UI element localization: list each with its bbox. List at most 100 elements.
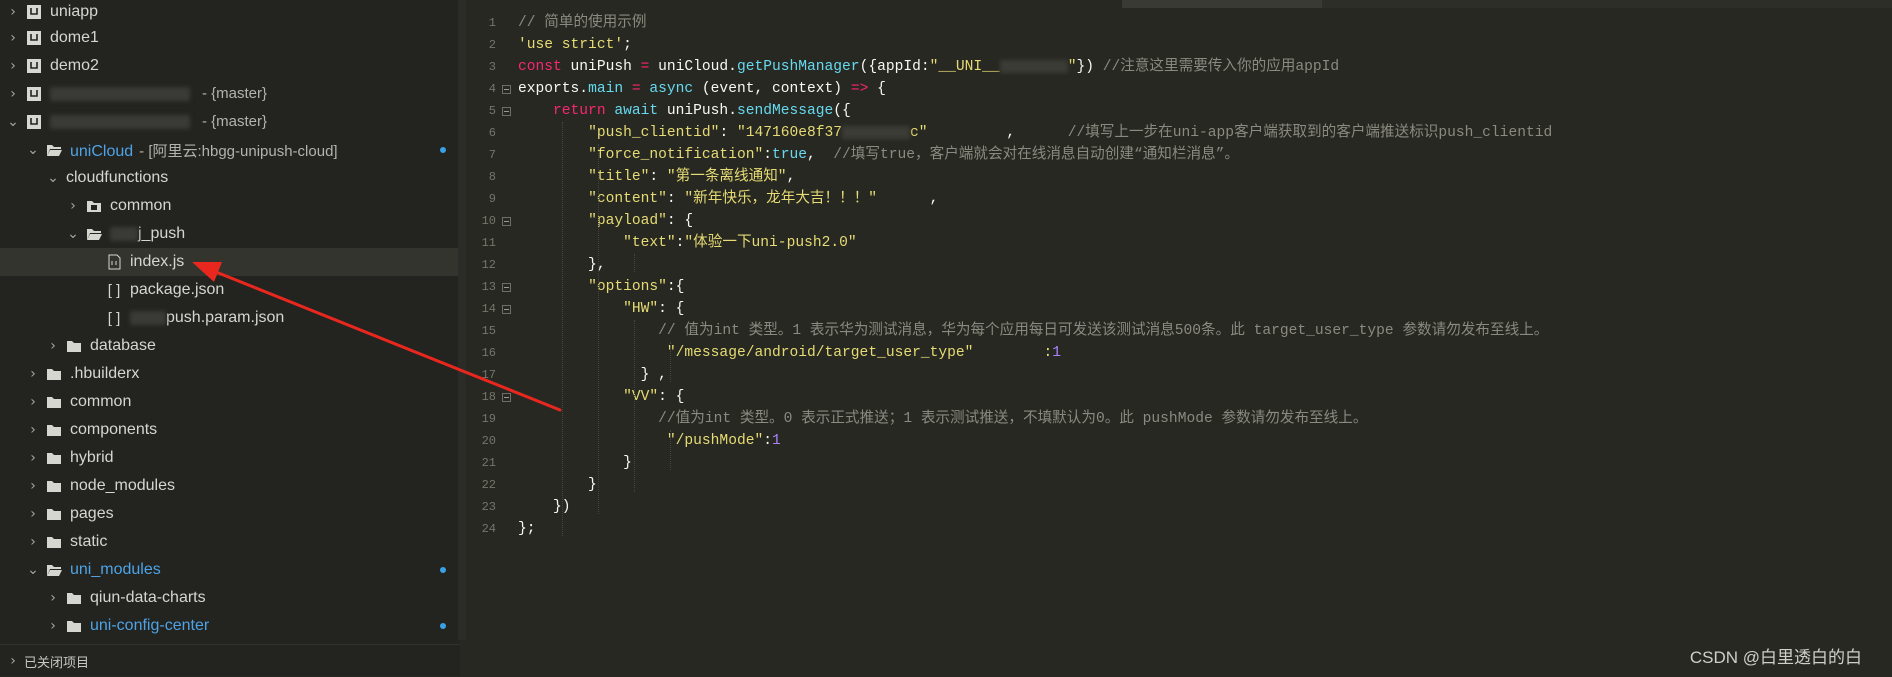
sidebar-scrollbar[interactable]	[458, 0, 466, 640]
code-line[interactable]: "force_notification":true, //填写true，客户端就…	[518, 144, 1239, 166]
tree-item[interactable]: › uni-config-center	[0, 612, 458, 640]
code-line[interactable]: const uniPush = uniCloud.getPushManager(…	[518, 56, 1339, 78]
tree-item[interactable]: › static	[0, 528, 458, 556]
chevron-down-icon[interactable]: ⌄	[26, 562, 40, 578]
code-line[interactable]: "text":"体验一下uni-push2.0"	[518, 232, 857, 254]
code-token: ,	[877, 191, 939, 207]
tree-item[interactable]: ⌄ uni_modules	[0, 556, 458, 584]
tab-active[interactable]	[1122, 0, 1322, 8]
fold-toggle-icon[interactable]	[502, 393, 511, 402]
fold-toggle-icon[interactable]	[502, 107, 511, 116]
chevron-right-icon[interactable]: ›	[46, 590, 60, 606]
tab[interactable]	[1324, 0, 1504, 8]
code-line[interactable]: "HW": {	[518, 298, 684, 320]
chevron-right-icon[interactable]: ›	[6, 86, 20, 102]
tree-item[interactable]: [ ] push.param.json	[0, 304, 458, 332]
tree-item[interactable]: [ ] package.json	[0, 276, 458, 304]
code-line[interactable]: //值为int 类型。0 表示正式推送；1 表示测试推送，不填默认为0。此 pu…	[518, 408, 1367, 430]
chevron-down-icon[interactable]: ⌄	[46, 170, 60, 186]
tree-item[interactable]: ⌄ - {master}	[0, 108, 458, 136]
tree-item[interactable]: › dome1	[0, 24, 458, 52]
chevron-down-icon[interactable]: ⌄	[66, 226, 80, 242]
tree-item-name: node_modules	[70, 477, 175, 494]
code-line[interactable]: };	[518, 518, 536, 540]
code-token: "体验一下uni-push2.0"	[684, 235, 857, 251]
code-editor[interactable]: 1 2 3 4 5 6 7 8 9 10 11 12 13 14 15 16 17 18 19 20 21 22 23 24 …	[466, 0, 1892, 676]
code-token: :	[1043, 345, 1053, 361]
line-number: 17	[481, 368, 496, 382]
tree-item[interactable]: index.js	[0, 248, 458, 276]
indent-guide	[562, 122, 563, 536]
tree-item[interactable]: › common	[0, 388, 458, 416]
line-number: 16	[481, 346, 496, 360]
code-token: : {	[658, 301, 685, 317]
code-line[interactable]: "VV": {	[518, 386, 684, 408]
tree-item[interactable]: › pages	[0, 500, 458, 528]
code-line[interactable]: 'use strict';	[518, 34, 632, 56]
chevron-right-icon[interactable]: ›	[26, 450, 40, 466]
tree-item[interactable]: ⌄ cloudfunctions	[0, 164, 458, 192]
code-line[interactable]: exports.main = async (event, context) =>…	[518, 78, 886, 100]
code-line[interactable]: "/message/android/target_user_type" :1	[518, 342, 1061, 364]
tree-item[interactable]: › node_modules	[0, 472, 458, 500]
chevron-right-icon[interactable]: ›	[26, 394, 40, 410]
code-line[interactable]: } ,	[518, 364, 667, 386]
code-line[interactable]: // 简单的使用示例	[518, 12, 646, 34]
tree-item[interactable]: ⌄ uniCloud - [阿里云:hbgg-unipush-cloud]	[0, 136, 458, 164]
chevron-right-icon[interactable]: ›	[26, 422, 40, 438]
chevron-right-icon[interactable]: ›	[26, 506, 40, 522]
fold-toggle-icon[interactable]	[502, 85, 511, 94]
tree-item[interactable]: › qiun-data-charts	[0, 584, 458, 612]
closed-projects-bar[interactable]: › 已关闭项目	[0, 644, 460, 677]
code-token: :	[649, 169, 667, 185]
chevron-right-icon[interactable]: ›	[46, 618, 60, 634]
tree-item[interactable]: › .hbuilderx	[0, 360, 458, 388]
chevron-down-icon[interactable]: ⌄	[6, 114, 20, 130]
tree-item[interactable]: › database	[0, 332, 458, 360]
closed-projects-label: 已关闭项目	[24, 654, 90, 670]
indent-guide	[634, 254, 635, 272]
fold-toggle-icon[interactable]	[502, 305, 511, 314]
chevron-down-icon[interactable]: ⌄	[26, 142, 40, 158]
chevron-right-icon[interactable]: ›	[6, 58, 20, 74]
tree-item[interactable]: ⌄ j_push	[0, 220, 458, 248]
tree-item[interactable]: › demo2	[0, 52, 458, 80]
code-line[interactable]: "/pushMode":1	[518, 430, 781, 452]
chevron-right-icon[interactable]: ›	[46, 338, 60, 354]
code-line[interactable]: "payload": {	[518, 210, 693, 232]
code-line[interactable]: return await uniPush.sendMessage({	[518, 100, 851, 122]
chevron-right-icon[interactable]: ›	[26, 534, 40, 550]
tree-item[interactable]: › - {master}	[0, 80, 458, 108]
code-line[interactable]: }	[518, 452, 632, 474]
chevron-right-icon[interactable]: ›	[26, 478, 40, 494]
chevron-right-icon[interactable]: ›	[26, 366, 40, 382]
fold-toggle-icon[interactable]	[502, 283, 511, 292]
code-line[interactable]: // 值为int 类型。1 表示华为测试消息，华为每个应用每日可发送该测试消息5…	[518, 320, 1548, 342]
json-file-icon: [ ]	[107, 309, 121, 327]
chevron-right-icon[interactable]: ›	[6, 30, 20, 46]
fold-toggle-icon[interactable]	[502, 217, 511, 226]
chevron-right-icon[interactable]: ›	[66, 198, 80, 214]
code-token: "147160e8f37	[736, 125, 843, 141]
code-line[interactable]: "options":{	[518, 276, 684, 298]
tree-item[interactable]: › uniapp	[0, 0, 458, 26]
tree-item[interactable]: › common	[0, 192, 458, 220]
code-line[interactable]: "title": "第一条离线通知",	[518, 166, 795, 188]
code-line[interactable]: "content": "新年快乐，龙年大吉！！！" ,	[518, 188, 938, 210]
code-token: // 值为int 类型。1 表示华为测试消息，华为每个应用每日可发送该测试消息5…	[658, 323, 1549, 339]
chevron-right-icon[interactable]: ›	[6, 4, 20, 20]
folder-icon	[86, 198, 102, 214]
code-line[interactable]: "push_clientid": "147160e8f37 c" , //填写上一…	[518, 122, 1552, 144]
tab[interactable]	[1506, 0, 1706, 8]
tree-item[interactable]: › components	[0, 416, 458, 444]
code-token: 'use strict'	[518, 37, 624, 53]
code-token: ({	[833, 103, 851, 119]
tree-item[interactable]: › hybrid	[0, 444, 458, 472]
code-line[interactable]: }	[518, 474, 597, 496]
